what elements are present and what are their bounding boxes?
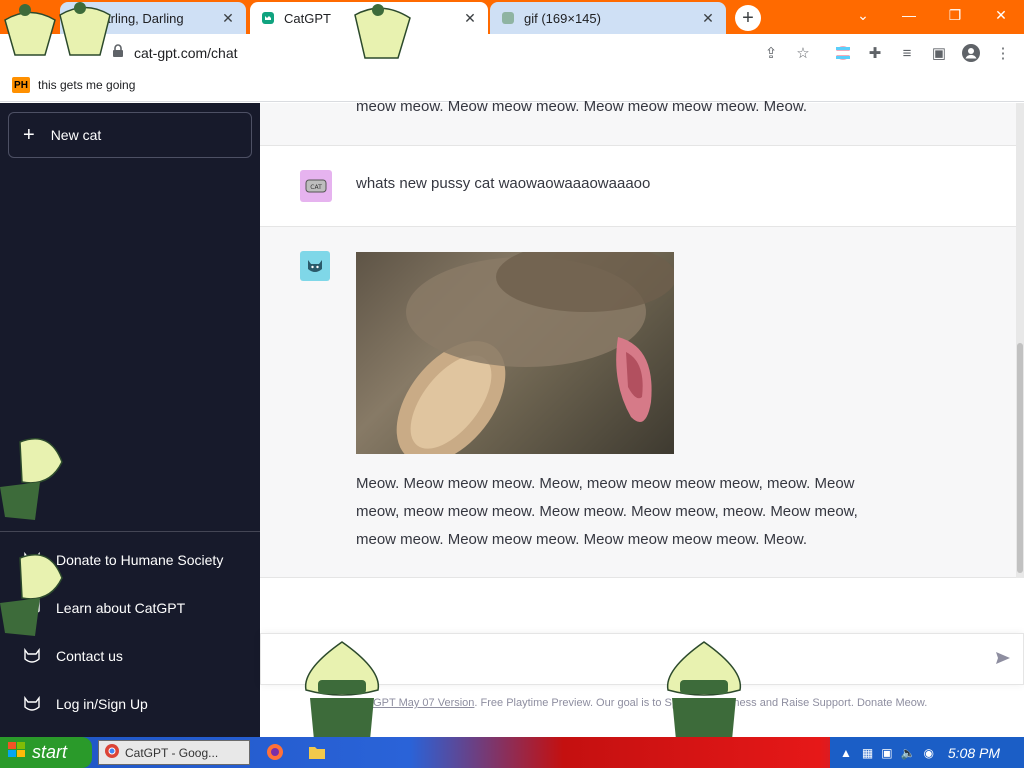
cat-icon: [20, 644, 44, 668]
menu-kebab-icon[interactable]: ⋮: [992, 42, 1014, 64]
extensions-puzzle-icon[interactable]: ✚: [864, 42, 886, 64]
extension-flag-icon[interactable]: [832, 42, 854, 64]
close-tab-icon[interactable]: ✕: [462, 10, 478, 27]
network-icon[interactable]: ▣: [881, 746, 892, 760]
message-text: Meow. Meow meow meow. Meow, meow meow me…: [356, 475, 858, 548]
tray-misc-icon[interactable]: ◉: [924, 746, 934, 760]
sidebar-item-contact[interactable]: Contact us: [20, 641, 123, 671]
new-tab-button[interactable]: +: [735, 5, 761, 31]
character-sticker: [0, 554, 63, 636]
scrollbar-thumb[interactable]: [1017, 343, 1023, 573]
system-tray: ▲ ▦ ▣ 🔈 ◉ 5:08 PM: [830, 737, 1024, 768]
tray-expand-icon[interactable]: ▲: [840, 746, 852, 760]
sidebar-item-label: Contact us: [56, 648, 123, 664]
sidebar-item-label: Learn about CatGPT: [56, 600, 186, 616]
close-window-button[interactable]: ✕: [978, 0, 1024, 30]
message-text: whats new pussy cat waowaowaaaowaaaoo: [356, 175, 651, 192]
chat-message-bot: Meow. Meow meow meow. Meow, meow meow me…: [260, 227, 1016, 578]
message-text: meow meow. Meow meow meow. Meow meow meo…: [356, 98, 807, 115]
bot-avatar: [300, 251, 330, 281]
start-label: start: [32, 742, 68, 762]
volume-icon[interactable]: 🔈: [901, 746, 916, 760]
tab-gif[interactable]: gif (169×145) ✕: [490, 2, 726, 34]
sidebar-item-login[interactable]: Log in/Sign Up: [20, 689, 148, 719]
start-button[interactable]: start: [0, 737, 92, 768]
chat-scrollbar[interactable]: [1016, 103, 1024, 578]
bookmark-item[interactable]: PH this gets me going: [12, 77, 135, 93]
taskbar-item-label: CatGPT - Goog...: [125, 745, 219, 760]
share-icon[interactable]: ⇪: [760, 42, 782, 64]
firefox-icon[interactable]: [266, 743, 284, 766]
sidebar-divider: [0, 531, 260, 532]
windows-logo-icon: [8, 742, 26, 763]
taskbar-clock: 5:08 PM: [947, 744, 1000, 761]
cat-gif-image: [356, 252, 674, 454]
media-controls-icon[interactable]: ≡: [896, 42, 918, 64]
folder-icon[interactable]: [308, 743, 326, 766]
chrome-icon: [105, 744, 119, 761]
chat-message-user: CAT whats new pussy cat waowaowaaaowaaao…: [260, 146, 1016, 227]
character-sticker-trail: [4, 2, 411, 59]
footer-disclaimer: CatGPT May 07 Version. Free Playtime Pre…: [356, 697, 927, 709]
bookmark-label: this gets me going: [38, 78, 136, 92]
send-icon[interactable]: [995, 650, 1011, 671]
profile-icon[interactable]: [960, 42, 982, 64]
character-sticker: [0, 438, 63, 520]
restore-button[interactable]: ❐: [932, 0, 978, 30]
character-sticker: [666, 641, 742, 740]
bookmark-favicon: PH: [12, 77, 30, 93]
new-cat-button[interactable]: + New cat: [8, 112, 252, 158]
user-avatar: CAT: [300, 170, 332, 202]
tab-search-icon[interactable]: ⌄: [840, 0, 886, 30]
tab-title: gif (169×145): [524, 10, 601, 26]
sidebar-item-label: Donate to Humane Society: [56, 552, 224, 568]
chat-message-bot: meow meow. Meow meow meow. Meow meow meo…: [260, 98, 1016, 146]
os-taskbar: start CatGPT - Goog... ▲ ▦ ▣ 🔈 ◉ 5:08 PM: [0, 737, 1024, 768]
character-sticker: [304, 641, 380, 740]
sidebar: + New cat Donate to Humane Society Learn…: [0, 103, 260, 737]
bookmark-star-icon[interactable]: ☆: [792, 42, 814, 64]
plus-icon: +: [23, 123, 35, 146]
minimize-button[interactable]: —: [886, 0, 932, 30]
svg-text:CAT: CAT: [310, 184, 322, 191]
side-panel-icon[interactable]: ▣: [928, 42, 950, 64]
close-tab-icon[interactable]: ✕: [700, 10, 716, 27]
new-cat-label: New cat: [50, 127, 102, 143]
image-favicon: [500, 10, 516, 26]
tray-app-icon[interactable]: ▦: [862, 746, 873, 760]
taskbar-item-chrome[interactable]: CatGPT - Goog...: [98, 740, 250, 765]
sidebar-item-label: Log in/Sign Up: [56, 696, 148, 712]
cat-icon: [20, 692, 44, 716]
